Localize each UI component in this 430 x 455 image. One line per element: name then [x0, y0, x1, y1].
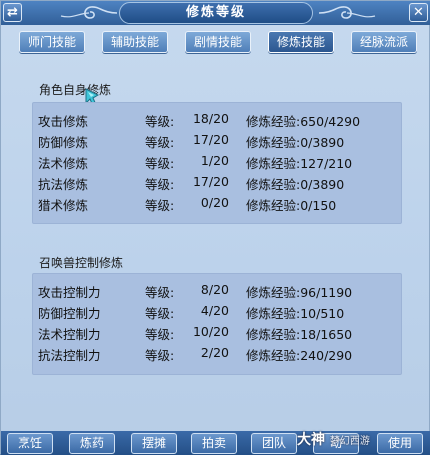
team-button[interactable]: 团队 [251, 433, 297, 454]
level-value: 4/20 [200, 303, 229, 318]
role-cultivation-panel: 攻击修炼 等级: 18/20 修炼经验:650/4290 防御修炼 等级: 17… [32, 102, 402, 224]
tab-sect-skills[interactable]: 师门技能 [19, 31, 85, 53]
table-row: 法术控制力 等级: 10/20 修炼经验:18/1650 [33, 324, 403, 342]
level-label: 等级: [145, 114, 175, 129]
window-title: 修炼等级 [119, 2, 313, 24]
experience-value: 修炼经验:0/3890 [246, 135, 345, 150]
tab-meridian-skills[interactable]: 经脉流派 [351, 31, 417, 53]
tab-support-skills[interactable]: 辅助技能 [102, 31, 168, 53]
experience-value: 修炼经验:0/3890 [246, 177, 345, 192]
cultivation-window: ⇄ 修炼等级 ✕ 师门技能 辅助技能 剧情技能 修炼技能 经脉流派 角色自身修炼… [0, 0, 430, 455]
left-ornament-icon [60, 6, 118, 19]
table-row: 抗法修炼 等级: 17/20 修炼经验:0/3890 [33, 174, 403, 192]
tab-story-skills[interactable]: 剧情技能 [185, 31, 251, 53]
table-row: 法术修炼 等级: 1/20 修炼经验:127/210 [33, 153, 403, 171]
cultivation-name: 攻击控制力 [38, 285, 101, 300]
cultivation-name: 法术修炼 [38, 156, 89, 171]
watermark-logo: 大神 梦幻西游 [297, 429, 370, 449]
experience-value: 修炼经验:127/210 [246, 156, 353, 171]
cultivation-name: 抗法修炼 [38, 177, 89, 192]
right-ornament-icon [318, 6, 376, 19]
close-button[interactable]: ✕ [409, 3, 428, 22]
table-row: 攻击修炼 等级: 18/20 修炼经验:650/4290 [33, 111, 403, 129]
level-value: 0/20 [200, 195, 229, 210]
use-button[interactable]: 使用 [377, 433, 423, 454]
level-label: 等级: [145, 285, 175, 300]
cultivation-name: 抗法控制力 [38, 348, 101, 363]
experience-value: 修炼经验:96/1190 [246, 285, 353, 300]
auction-button[interactable]: 拍卖 [191, 433, 237, 454]
cooking-button[interactable]: 烹饪 [7, 433, 53, 454]
watermark-sub: 梦幻西游 [329, 436, 370, 447]
level-value: 2/20 [200, 345, 229, 360]
table-row: 攻击控制力 等级: 8/20 修炼经验:96/1190 [33, 282, 403, 300]
alchemy-button[interactable]: 炼药 [69, 433, 115, 454]
cultivation-name: 防御修炼 [38, 135, 89, 150]
level-label: 等级: [145, 156, 175, 171]
title-bar: ⇄ 修炼等级 ✕ [1, 1, 430, 25]
level-value: 17/20 [192, 132, 229, 147]
cultivation-name: 猎术修炼 [38, 198, 89, 213]
level-label: 等级: [145, 177, 175, 192]
pet-section-title: 召唤兽控制修炼 [39, 256, 124, 270]
level-value: 17/20 [192, 174, 229, 189]
cultivation-name: 法术控制力 [38, 327, 101, 342]
watermark-main: 大神 [297, 432, 325, 448]
table-row: 抗法控制力 等级: 2/20 修炼经验:240/290 [33, 345, 403, 363]
cultivation-name: 防御控制力 [38, 306, 101, 321]
experience-value: 修炼经验:240/290 [246, 348, 353, 363]
swap-button[interactable]: ⇄ [3, 3, 22, 22]
stall-button[interactable]: 摆摊 [131, 433, 177, 454]
level-value: 8/20 [200, 282, 229, 297]
pet-cultivation-panel: 攻击控制力 等级: 8/20 修炼经验:96/1190 防御控制力 等级: 4/… [32, 273, 402, 375]
level-label: 等级: [145, 327, 175, 342]
level-label: 等级: [145, 198, 175, 213]
table-row: 防御修炼 等级: 17/20 修炼经验:0/3890 [33, 132, 403, 150]
table-row: 猎术修炼 等级: 0/20 修炼经验:0/150 [33, 195, 403, 213]
tab-cultivation-skills[interactable]: 修炼技能 [268, 31, 334, 53]
level-value: 1/20 [200, 153, 229, 168]
level-label: 等级: [145, 306, 175, 321]
experience-value: 修炼经验:0/150 [246, 198, 337, 213]
cultivation-name: 攻击修炼 [38, 114, 89, 129]
experience-value: 修炼经验:18/1650 [246, 327, 353, 342]
skill-tabs: 师门技能 辅助技能 剧情技能 修炼技能 经脉流派 [19, 31, 419, 55]
level-label: 等级: [145, 348, 175, 363]
experience-value: 修炼经验:650/4290 [246, 114, 361, 129]
level-label: 等级: [145, 135, 175, 150]
level-value: 18/20 [192, 111, 229, 126]
experience-value: 修炼经验:10/510 [246, 306, 345, 321]
level-value: 10/20 [192, 324, 229, 339]
table-row: 防御控制力 等级: 4/20 修炼经验:10/510 [33, 303, 403, 321]
